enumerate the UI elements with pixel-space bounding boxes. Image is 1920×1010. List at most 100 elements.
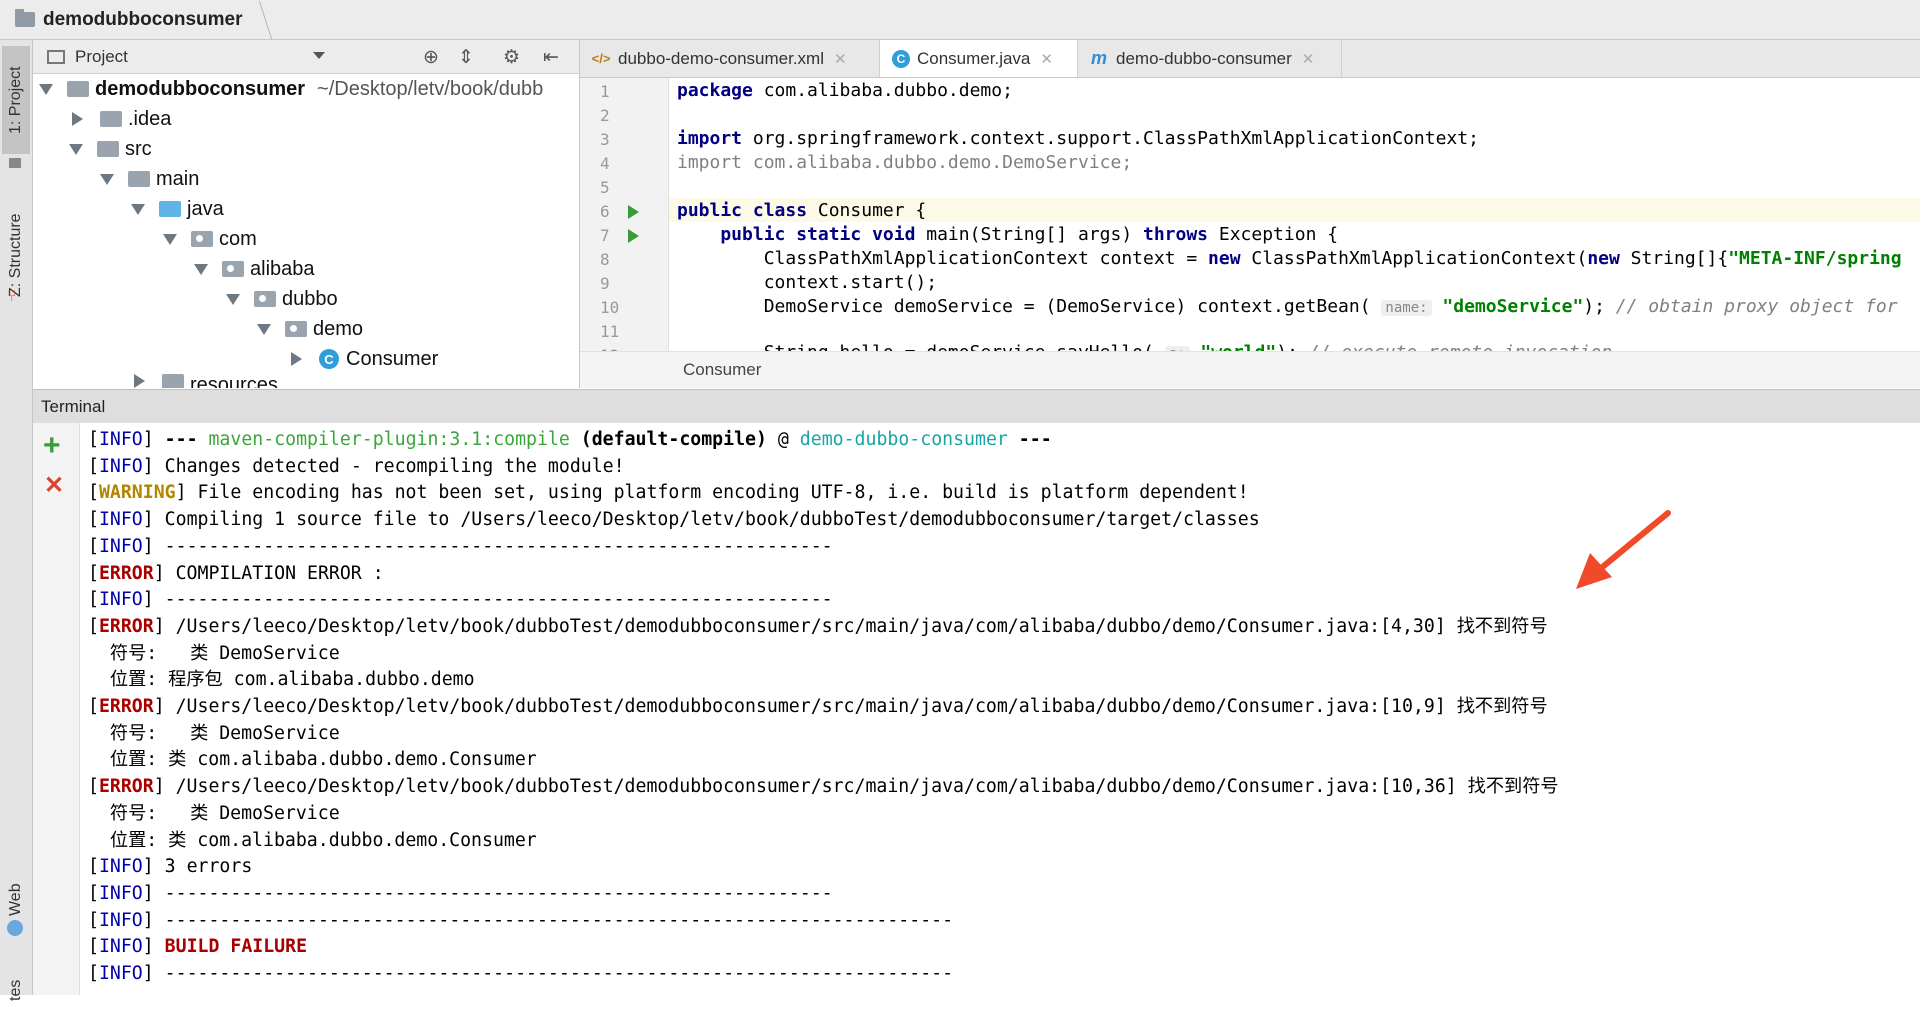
- terminal-line: [INFO] 3 errors: [88, 856, 253, 878]
- close-icon[interactable]: ✕: [834, 50, 847, 68]
- package-icon: [222, 261, 244, 277]
- line-number: 4: [600, 154, 610, 173]
- code-line-1: package com.alibaba.dubbo.demo;: [677, 80, 1013, 101]
- info-tag: INFO: [98, 535, 143, 557]
- code-editor[interactable]: 1 2 3 4 5 6 7 8 9 10 11 12 package com.a…: [580, 78, 1920, 351]
- tree-item-resources[interactable]: resources: [131, 374, 278, 388]
- project-view-selector[interactable]: Project: [75, 47, 128, 67]
- tab-demo-dubbo-consumer[interactable]: m demo-dubbo-consumer ✕: [1078, 40, 1342, 77]
- code-text: );: [1276, 342, 1309, 351]
- new-session-icon[interactable]: +: [43, 429, 61, 463]
- terminal-text: ----------------------------------------…: [164, 909, 954, 931]
- info-tag: INFO: [98, 963, 143, 984]
- editor-breadcrumb-bar: Consumer: [580, 351, 1920, 388]
- web-globe-icon: [7, 920, 23, 936]
- terminal-line: [ERROR] /Users/leeco/Desktop/letv/book/d…: [88, 776, 1559, 798]
- tab-dubbo-demo-consumer-xml[interactable]: </> dubbo-demo-consumer.xml ✕: [580, 40, 880, 77]
- tree-item-label: alibaba: [250, 257, 315, 280]
- tab-consumer-java[interactable]: C Consumer.java ✕: [880, 40, 1078, 77]
- terminal-line: [ERROR] COMPILATION ERROR :: [88, 562, 384, 584]
- terminal-line: 位置: 类 com.alibaba.dubbo.demo.Consumer: [88, 829, 537, 851]
- warning-tag: WARNING: [98, 482, 176, 504]
- left-tool-strip: 1: Project Z: Structure ⑂ Web tes: [0, 40, 33, 1001]
- tree-item-idea[interactable]: .idea: [69, 104, 171, 134]
- terminal-title: Terminal: [41, 396, 106, 416]
- scroll-from-source-icon[interactable]: ⊕: [423, 46, 439, 69]
- expanded-arrow-icon: [257, 323, 271, 335]
- editor-tab-bar: </> dubbo-demo-consumer.xml ✕ C Consumer…: [580, 40, 1920, 78]
- maven-icon: m: [1090, 48, 1107, 68]
- editor-breadcrumb-consumer[interactable]: Consumer: [683, 360, 761, 380]
- tree-item-label: java: [187, 197, 224, 220]
- navigation-bar: demodubboconsumer: [0, 0, 1920, 40]
- code-text: Exception {: [1208, 224, 1339, 245]
- keyword: import: [677, 128, 743, 149]
- string-literal: "world": [1190, 342, 1276, 351]
- terminal-line: [INFO] Changes detected - recompiling th…: [88, 455, 625, 477]
- terminal-text: @: [766, 429, 800, 450]
- project-panel-header: Project ⊕ ⇕ ⚙ ⇤: [33, 40, 579, 74]
- code-text: String hello = demoService.sayHello(: [677, 342, 1165, 351]
- code-text: com.alibaba.dubbo.demo.DemoService;: [742, 152, 1133, 173]
- project-name: demo-dubbo-consumer: [799, 429, 1008, 450]
- expanded-arrow-icon: [194, 263, 208, 275]
- terminal-line: [ERROR] /Users/leeco/Desktop/letv/book/d…: [88, 615, 1548, 637]
- terminal-text: /Users/leeco/Desktop/letv/book/dubboTest…: [175, 696, 1548, 717]
- tree-item-label: src: [125, 137, 152, 160]
- keyword: throws: [1143, 224, 1209, 245]
- tree-item-consumer[interactable]: C Consumer: [288, 344, 438, 374]
- folder-icon: [97, 141, 119, 157]
- tree-item-java[interactable]: java: [131, 194, 224, 224]
- close-icon[interactable]: ✕: [1040, 50, 1053, 68]
- annotation-arrow-icon: [1576, 510, 1671, 589]
- terminal-text: /Users/leeco/Desktop/letv/book/dubboTest…: [175, 615, 1548, 637]
- tree-item-label: demodubboconsumer: [95, 77, 306, 100]
- tree-item-label: demo: [313, 317, 364, 340]
- favorites-tool-tab-label: tes: [7, 979, 24, 1001]
- tree-item-label: Consumer: [346, 347, 439, 370]
- tree-item-dubbo[interactable]: dubbo: [226, 284, 338, 314]
- terminal-line: 符号: 类 DemoService: [88, 802, 340, 824]
- collapse-all-icon[interactable]: ⇕: [458, 46, 474, 69]
- project-tool-tab-label: 1: Project: [7, 66, 24, 134]
- run-class-icon[interactable]: [628, 205, 639, 219]
- tab-label: dubbo-demo-consumer.xml: [618, 48, 824, 68]
- breadcrumb-project[interactable]: demodubboconsumer: [43, 9, 243, 31]
- project-tool-tab[interactable]: 1: Project: [2, 46, 30, 154]
- keyword: package: [677, 80, 753, 101]
- folder-icon: [162, 374, 184, 388]
- tree-item-main[interactable]: main: [100, 164, 199, 194]
- tree-item-com[interactable]: com: [163, 224, 257, 254]
- terminal-line: 位置: 程序包 com.alibaba.dubbo.demo: [88, 669, 475, 691]
- tree-item-alibaba[interactable]: alibaba: [194, 254, 315, 284]
- tree-item-label: .idea: [128, 107, 172, 130]
- keyword: public class: [677, 200, 808, 221]
- package-icon: [191, 231, 213, 247]
- chevron-down-icon[interactable]: [313, 52, 325, 59]
- terminal-text: Compiling 1 source file to /Users/leeco/…: [164, 509, 1260, 531]
- structure-icon: ⑂: [7, 288, 17, 305]
- gear-icon[interactable]: ⚙: [503, 46, 520, 69]
- favorites-tool-tab[interactable]: tes: [2, 970, 30, 1010]
- terminal-text: ----------------------------------------…: [164, 882, 833, 904]
- close-icon[interactable]: ✕: [1302, 50, 1315, 68]
- expanded-arrow-icon: [131, 203, 145, 215]
- tree-item-src[interactable]: src: [69, 134, 152, 164]
- line-number: 7: [600, 226, 610, 245]
- error-tag: ERROR: [98, 562, 154, 584]
- error-tag: ERROR: [98, 776, 154, 798]
- breadcrumb-separator: [244, 0, 272, 39]
- terminal-line: [ERROR] /Users/leeco/Desktop/letv/book/d…: [88, 696, 1548, 717]
- code-line-10: DemoService demoService = (DemoService) …: [677, 296, 1898, 317]
- run-main-icon[interactable]: [628, 229, 639, 243]
- tree-item-project-root[interactable]: demodubboconsumer ~/Desktop/letv/book/du…: [39, 74, 543, 104]
- hide-panel-icon[interactable]: ⇤: [543, 46, 559, 69]
- expanded-arrow-icon: [163, 233, 177, 245]
- parameter-hint: name:: [1381, 300, 1432, 316]
- tree-item-label: com: [219, 227, 257, 250]
- project-view-icon: [47, 49, 65, 64]
- terminal-text: 3 errors: [164, 856, 253, 878]
- close-session-icon[interactable]: ✕: [44, 471, 64, 500]
- tree-item-demo[interactable]: demo: [257, 314, 363, 344]
- line-number: 5: [600, 178, 610, 197]
